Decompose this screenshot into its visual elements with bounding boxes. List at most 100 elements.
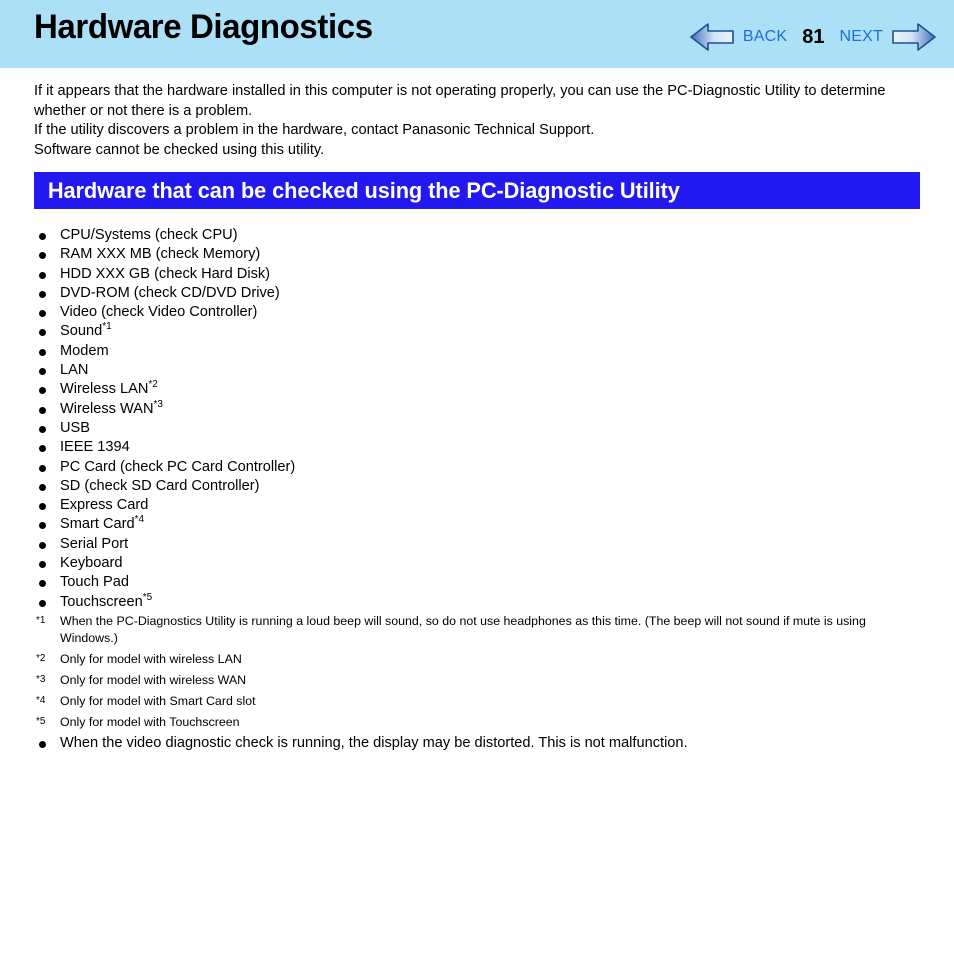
list-item: Wireless LAN*2	[34, 380, 914, 399]
page-header-band: Hardware Diagnostics BACK 81 NEXT	[0, 0, 954, 68]
list-item-label: Express Card	[60, 497, 149, 514]
bullet-icon	[39, 233, 46, 240]
footnote: *3 Only for model with wireless WAN	[34, 672, 924, 689]
intro-paragraph: If it appears that the hardware installe…	[34, 82, 922, 160]
list-item: PC Card (check PC Card Controller)	[34, 458, 914, 477]
footnote-marker: *5	[142, 591, 153, 603]
list-item-label: CPU/Systems (check CPU)	[60, 227, 238, 243]
list-item: IEEE 1394	[34, 438, 914, 457]
final-note: When the video diagnostic check is runni…	[34, 734, 924, 753]
bullet-icon	[39, 252, 46, 260]
bullet-icon	[39, 348, 46, 356]
footnote-marker: *4	[36, 694, 46, 706]
bullet-icon	[39, 599, 46, 607]
list-item: HDD XXX GB (check Hard Disk)	[34, 265, 914, 284]
bullet-icon	[39, 425, 46, 433]
hardware-list: CPU/Systems (check CPU) RAM XXX MB (check…	[34, 226, 914, 612]
list-item-label: RAM XXX MB (check Memory)	[60, 246, 261, 263]
list-item-label: Touchscreen	[60, 593, 143, 610]
list-item-label: DVD-ROM (check CD/DVD Drive)	[60, 284, 280, 301]
list-item-label: Keyboard	[60, 555, 123, 572]
list-item: Smart Card*4	[34, 515, 914, 534]
bullet-icon	[39, 483, 46, 491]
arrow-right-icon	[892, 23, 936, 51]
list-item: Sound*1	[34, 322, 914, 341]
intro-line-3: Software cannot be checked using this ut…	[34, 141, 325, 158]
footnote-text: Only for model with wireless WAN	[60, 673, 247, 687]
list-item: RAM XXX MB (check Memory)	[34, 245, 914, 264]
list-item-label: IEEE 1394	[60, 439, 130, 456]
list-item: Express Card	[34, 496, 914, 515]
list-item-label: Smart Card	[60, 516, 135, 533]
footnote-marker: *3	[153, 398, 163, 410]
footnote-text: Only for model with wireless LAN	[60, 652, 242, 667]
footnote: *5 Only for model with Touchscreen	[34, 714, 924, 731]
bullet-icon	[39, 445, 46, 453]
bullet-icon	[39, 503, 46, 511]
list-item: SD (check SD Card Controller)	[34, 477, 914, 496]
intro-line-2: If the utility discovers a problem in th…	[34, 122, 595, 139]
next-arrow-button[interactable]	[890, 21, 938, 53]
list-item: Keyboard	[34, 554, 914, 573]
list-item-label: Wireless WAN	[60, 400, 154, 417]
list-item: USB	[34, 419, 914, 438]
back-label[interactable]: BACK	[736, 28, 794, 46]
list-item: LAN	[34, 361, 914, 380]
list-item-label: Modem	[60, 342, 109, 359]
bullet-icon	[39, 522, 46, 530]
bullet-icon	[39, 310, 46, 318]
list-item-label: HDD XXX GB (check Hard Disk)	[60, 265, 271, 282]
section-header-bar: Hardware that can be checked using the P…	[34, 172, 920, 209]
footnote-marker: *2	[148, 379, 158, 391]
footnote-text: When the PC-Diagnostics Utility is runni…	[60, 614, 866, 646]
list-item-label: Touch Pad	[60, 574, 129, 591]
list-item: DVD-ROM (check CD/DVD Drive)	[34, 284, 914, 303]
list-item: Wireless WAN*3	[34, 398, 914, 419]
bullet-icon	[39, 329, 46, 337]
footnotes-block: *1 When the PC-Diagnostics Utility is run…	[34, 613, 924, 754]
list-item: Modem	[34, 342, 914, 361]
bullet-icon	[39, 368, 46, 376]
list-item-label: Serial Port	[60, 535, 129, 552]
next-label[interactable]: NEXT	[833, 28, 890, 46]
section-header-title: Hardware that can be checked using the P…	[47, 177, 680, 203]
final-note-text: When the video diagnostic check is runni…	[60, 735, 688, 752]
arrow-left-icon	[690, 23, 734, 51]
bullet-icon	[39, 541, 46, 549]
list-item-label: Wireless LAN	[60, 381, 149, 398]
bullet-icon	[39, 271, 46, 279]
page-title: Hardware Diagnostics	[34, 8, 373, 46]
bullet-icon	[39, 741, 46, 749]
list-item: Video (check Video Controller)	[34, 303, 914, 322]
list-item-label: LAN	[60, 362, 89, 379]
footnote-marker: *5	[36, 715, 46, 727]
list-item-label: SD (check SD Card Controller)	[60, 477, 260, 494]
footnote-text: Only for model with Touchscreen	[60, 714, 240, 729]
bullet-icon	[39, 387, 46, 395]
footnote-text: Only for model with Smart Card slot	[60, 693, 256, 708]
intro-line-1: If it appears that the hardware installe…	[34, 83, 886, 119]
list-item-label: Video (check Video Controller)	[60, 304, 258, 321]
bullet-icon	[39, 406, 46, 414]
bullet-icon	[39, 561, 46, 569]
list-item: Serial Port	[34, 535, 914, 554]
list-item: CPU/Systems (check CPU)	[34, 226, 914, 245]
footnote: *2 Only for model with wireless LAN	[34, 651, 924, 668]
bullet-icon	[39, 580, 46, 588]
footnote-marker: *4	[134, 514, 145, 526]
list-item-label: USB	[60, 419, 91, 436]
bullet-icon	[39, 464, 46, 472]
list-item: Touch Pad	[34, 573, 914, 592]
footnote-marker: *2	[36, 653, 46, 665]
footnote-marker: *1	[36, 615, 46, 626]
bullet-icon	[39, 290, 46, 298]
footnote: *1 When the PC-Diagnostics Utility is run…	[34, 613, 924, 648]
footnote-marker: *3	[36, 674, 46, 685]
list-item-label: Sound	[60, 323, 103, 340]
list-item-label: PC Card (check PC Card Controller)	[60, 458, 296, 475]
page-number: 81	[802, 25, 825, 48]
page-navigation: BACK 81 NEXT	[688, 20, 938, 54]
back-arrow-button[interactable]	[688, 21, 736, 53]
footnote: *4 Only for model with Smart Card slot	[34, 693, 924, 710]
list-item: Touchscreen*5	[34, 591, 914, 612]
